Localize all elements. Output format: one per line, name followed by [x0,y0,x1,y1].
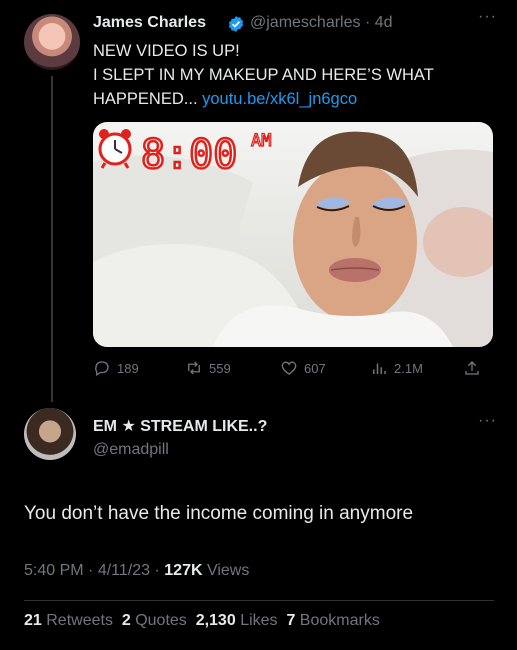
author-handle[interactable]: @jamescharles [250,14,361,31]
share-icon [465,361,479,375]
reply-date[interactable]: 4/11/23 [98,562,150,579]
tweet-text: NEW VIDEO IS UP! I SLEPT IN MY MAKEUP AN… [93,39,493,111]
reply-count: 189 [117,360,139,376]
bookmarks-count: 7 [286,612,296,629]
quotes-label: Quotes [135,612,187,629]
likes-count: 2,130 [195,612,236,629]
views-count: 2.1M [394,360,423,376]
retweet-action[interactable]: 559 [185,359,231,377]
share-action[interactable] [463,359,481,377]
tweet-text-line: I SLEPT IN MY MAKEUP AND HERE’S WHAT [93,66,434,84]
clock-ampm: AM [251,131,271,151]
tweet-text-line: NEW VIDEO IS UP! [93,42,240,60]
bookmarks-stat[interactable]: 7 Bookmarks [286,612,379,629]
reply-author-handle[interactable]: @emadpill [93,441,169,459]
retweet-count: 559 [209,360,231,376]
video-link[interactable]: youtu.be/xk6l_jn6gco [202,90,357,108]
quotes-count: 2 [121,612,131,629]
tweet-media-image[interactable]: 8:00 AM [93,122,493,347]
reply-action[interactable]: 189 [93,359,139,377]
divider [24,600,494,601]
quotes-stat[interactable]: 2 Quotes [122,612,187,629]
author-name[interactable]: James Charles [93,14,206,32]
sleeping-face [293,131,418,322]
views-chart-icon [373,363,386,374]
reply-author-name[interactable]: EM ★ STREAM LIKE..? [93,416,267,436]
tweet-text-line: HAPPENED... youtu.be/xk6l_jn6gco [93,87,493,111]
time-separator: · [364,14,371,31]
tweet-time[interactable]: 4d [375,14,393,31]
retweets-stat[interactable]: 21 Retweets [24,612,113,629]
media-illustration: 8:00 AM [93,129,493,347]
like-count: 607 [304,360,326,376]
retweets-label: Retweets [46,612,113,629]
avatar-james-charles[interactable] [24,14,80,70]
meta-separator: · [88,562,94,579]
engagement-stats: 21 Retweets 2 Quotes 2,130 Likes 7 Bookm… [24,612,380,630]
bookmarks-label: Bookmarks [299,612,380,629]
verified-badge-icon [228,16,244,32]
likes-label: Likes [240,612,278,629]
thread-line [51,76,53,402]
meta-separator: · [154,562,160,579]
tweet-text-segment: HAPPENED... [93,90,198,108]
like-action[interactable]: 607 [280,359,326,377]
likes-stat[interactable]: 2,130 Likes [196,612,278,629]
reply-text: You don’t have the income coming in anym… [24,503,414,524]
more-options-icon[interactable]: ··· [478,8,497,26]
avatar-emadpill[interactable] [24,408,76,460]
reply-views-label: Views [206,562,250,579]
retweet-icon [188,361,200,375]
clock-time: 8:00 [141,132,237,178]
more-options-icon[interactable]: ··· [478,412,497,430]
heart-icon [281,361,297,375]
reply-meta: 5:40 PM · 4/11/23 · 127K Views [24,562,249,580]
reply-time[interactable]: 5:40 PM [24,562,84,579]
tweet-handle-time: @jamescharles · 4d [250,14,393,32]
reply-views-count: 127K [164,562,203,579]
reply-icon [95,361,109,376]
retweets-count: 21 [24,612,42,629]
views-action[interactable]: 2.1M [370,359,423,377]
